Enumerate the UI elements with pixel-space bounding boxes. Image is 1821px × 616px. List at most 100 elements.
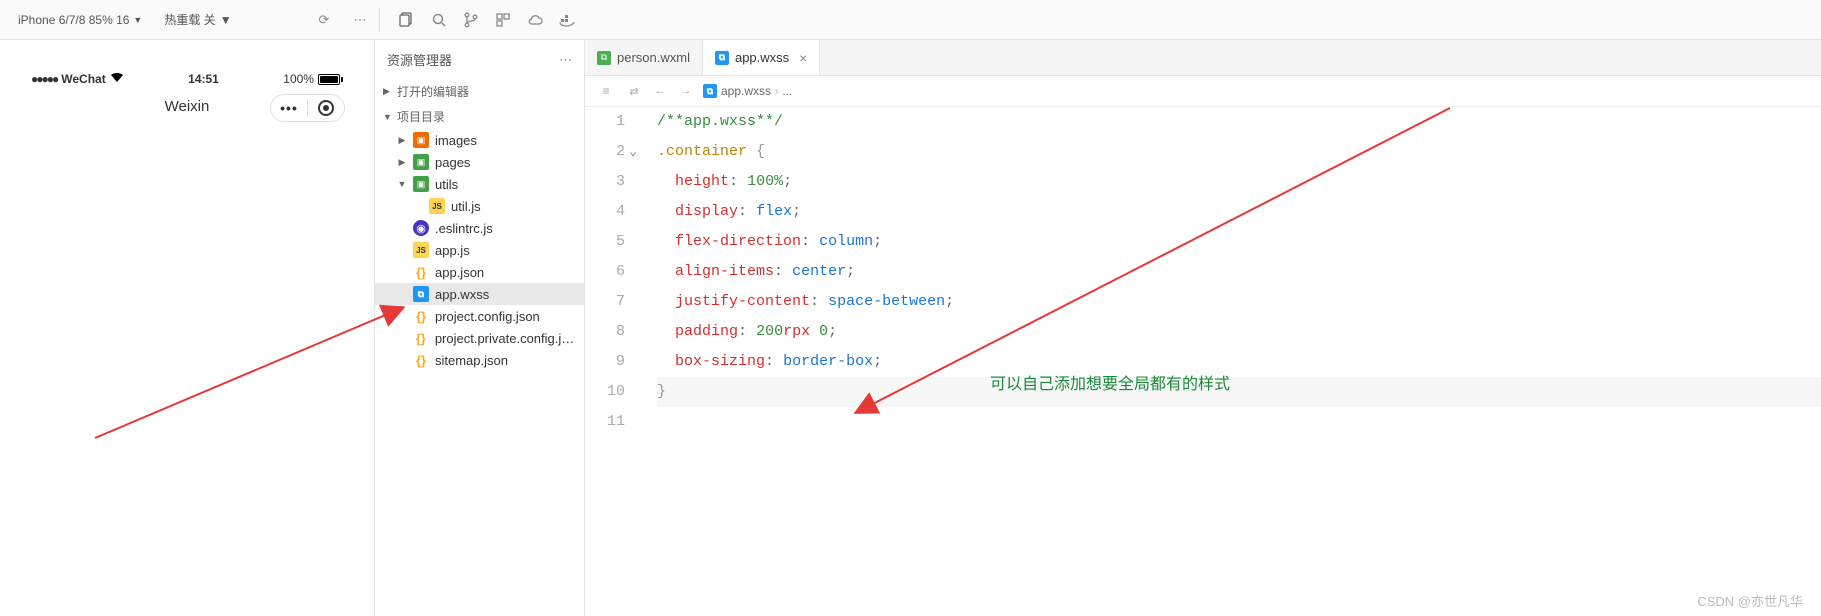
code-token: display [675,203,738,220]
editor-tabs: ⧉ person.wxml ⧉ app.wxss × [585,40,1821,76]
phone-navbar: Weixin ••• [17,90,357,123]
tab-person-wxml[interactable]: ⧉ person.wxml [585,40,703,75]
device-label: iPhone 6/7/8 85% 16 [18,13,129,27]
line-gutter: 1 2 3 4 5 6 7 8 9 10 11 [585,107,639,616]
battery-pct: 100% [283,72,314,86]
divider [379,8,380,32]
list-icon[interactable]: ≡ [595,80,617,102]
code-token: padding [675,323,738,340]
signal-icon: ●●●●● [31,72,57,86]
folder-utils[interactable]: ▼ ▣ utils [375,173,584,195]
wifi-icon [110,72,124,86]
nav-back-icon[interactable]: ← [651,82,669,100]
chevron-down-icon: ▼ [133,15,142,25]
code-editor[interactable]: 1 2 3 4 5 6 7 8 9 10 11 /**app.wxss**/ .… [585,107,1821,616]
tree-label: images [435,133,477,148]
nav-forward-icon[interactable]: → [677,82,695,100]
chevron-down-icon: ▼ [383,112,393,122]
hot-reload-toggle[interactable]: 热重载 关 ▼ [156,7,239,32]
capsule-menu-button[interactable]: ••• [271,95,307,121]
project-root-section[interactable]: ▼ 项目目录 [375,104,584,129]
cloud-icon[interactable] [520,5,550,35]
search-icon[interactable] [424,5,454,35]
file-app-js[interactable]: JS app.js [375,239,584,261]
watermark: CSDN @亦世凡华 [1697,591,1803,610]
extensions-icon[interactable] [488,5,518,35]
file-app-wxss[interactable]: ⧉ app.wxss [375,283,584,305]
device-selector[interactable]: iPhone 6/7/8 85% 16 ▼ [10,9,150,31]
chevron-right-icon: ▶ [397,135,407,146]
section-label: 打开的编辑器 [397,83,469,100]
chevron-right-icon: ▶ [383,86,393,97]
code-token: flex-direction [675,233,801,250]
tree-label: utils [435,177,458,192]
folder-pages[interactable]: ▶ ▣ pages [375,151,584,173]
code-token: 100% [747,173,783,190]
page-title: Weixin [165,98,210,115]
folder-images[interactable]: ▶ ▣ images [375,129,584,151]
code-token: column [819,233,873,250]
simulator-panel: ●●●●● WeChat 14:51 100% Weixin ••• [0,40,375,616]
capsule: ••• [270,94,345,122]
code-token: align-items [675,263,774,280]
docker-icon[interactable] [552,5,582,35]
breadcrumb-bar: ≡ ⇄ ← → ⧉ app.wxss › ... [585,76,1821,107]
code-token: .container [657,143,747,160]
code-token: border-box [783,353,873,370]
file-project-config[interactable]: {} project.config.json [375,305,584,327]
tree-label: .eslintrc.js [435,221,493,236]
refresh-icon[interactable]: ⟳ [309,5,339,35]
open-editors-section[interactable]: ▶ 打开的编辑器 [375,79,584,104]
breadcrumb-more: ... [782,84,792,98]
close-icon[interactable]: × [799,50,807,66]
section-label: 项目目录 [397,108,445,125]
json-file-icon: {} [413,308,429,324]
wxml-file-icon: ⧉ [597,51,611,65]
folder-icon: ▣ [413,154,429,170]
code-token: rpx [783,323,810,340]
json-file-icon: {} [413,352,429,368]
code-token: center [792,263,846,280]
code-token: box-sizing [675,353,765,370]
code-content: /**app.wxss**/ .container { height: 100%… [639,107,1821,616]
file-eslintrc[interactable]: ◉ .eslintrc.js [375,217,584,239]
tree-label: app.js [435,243,470,258]
file-sitemap-json[interactable]: {} sitemap.json [375,349,584,371]
annotation-text: 可以自己添加想要全局都有的样式 [990,370,1230,394]
code-token: /**app.wxss**/ [657,113,783,130]
tree-label: pages [435,155,470,170]
tree-label: app.json [435,265,484,280]
code-token: justify-content [675,293,810,310]
breadcrumb[interactable]: ⧉ app.wxss › ... [703,84,792,98]
explorer-more-icon[interactable]: ⋯ [559,52,572,68]
tab-app-wxss[interactable]: ⧉ app.wxss × [703,40,820,75]
battery-icon [318,74,343,85]
tree-label: util.js [451,199,481,214]
hot-reload-label: 热重载 关 [164,11,215,28]
breadcrumb-label: app.wxss [721,84,771,98]
file-explorer: 资源管理器 ⋯ ▶ 打开的编辑器 ▼ 项目目录 ▶ ▣ images ▶ ▣ p… [375,40,585,616]
compare-icon[interactable]: ⇄ [625,82,643,100]
code-token: 200 [756,323,783,340]
main-area: ●●●●● WeChat 14:51 100% Weixin ••• [0,40,1821,616]
code-token: space-between [828,293,945,310]
tab-label: person.wxml [617,50,690,65]
files-icon[interactable] [392,5,422,35]
wxss-file-icon: ⧉ [703,84,717,98]
js-file-icon: JS [429,198,445,214]
wxss-file-icon: ⧉ [413,286,429,302]
file-app-json[interactable]: {} app.json [375,261,584,283]
file-util-js[interactable]: JS util.js [375,195,584,217]
tab-label: app.wxss [735,50,789,65]
branch-icon[interactable] [456,5,486,35]
chevron-right-icon: › [775,86,778,97]
folder-icon: ▣ [413,176,429,192]
capsule-close-button[interactable] [308,95,344,121]
file-project-private-config[interactable]: {} project.private.config.js... [375,327,584,349]
js-file-icon: JS [413,242,429,258]
more-icon[interactable]: ⋯ [345,5,375,35]
code-token: 0 [819,323,828,340]
top-toolbar: iPhone 6/7/8 85% 16 ▼ 热重载 关 ▼ ⟳ ⋯ [0,0,1821,40]
wxss-file-icon: ⧉ [715,51,729,65]
editor-area: ⧉ person.wxml ⧉ app.wxss × ≡ ⇄ ← → ⧉ app… [585,40,1821,616]
